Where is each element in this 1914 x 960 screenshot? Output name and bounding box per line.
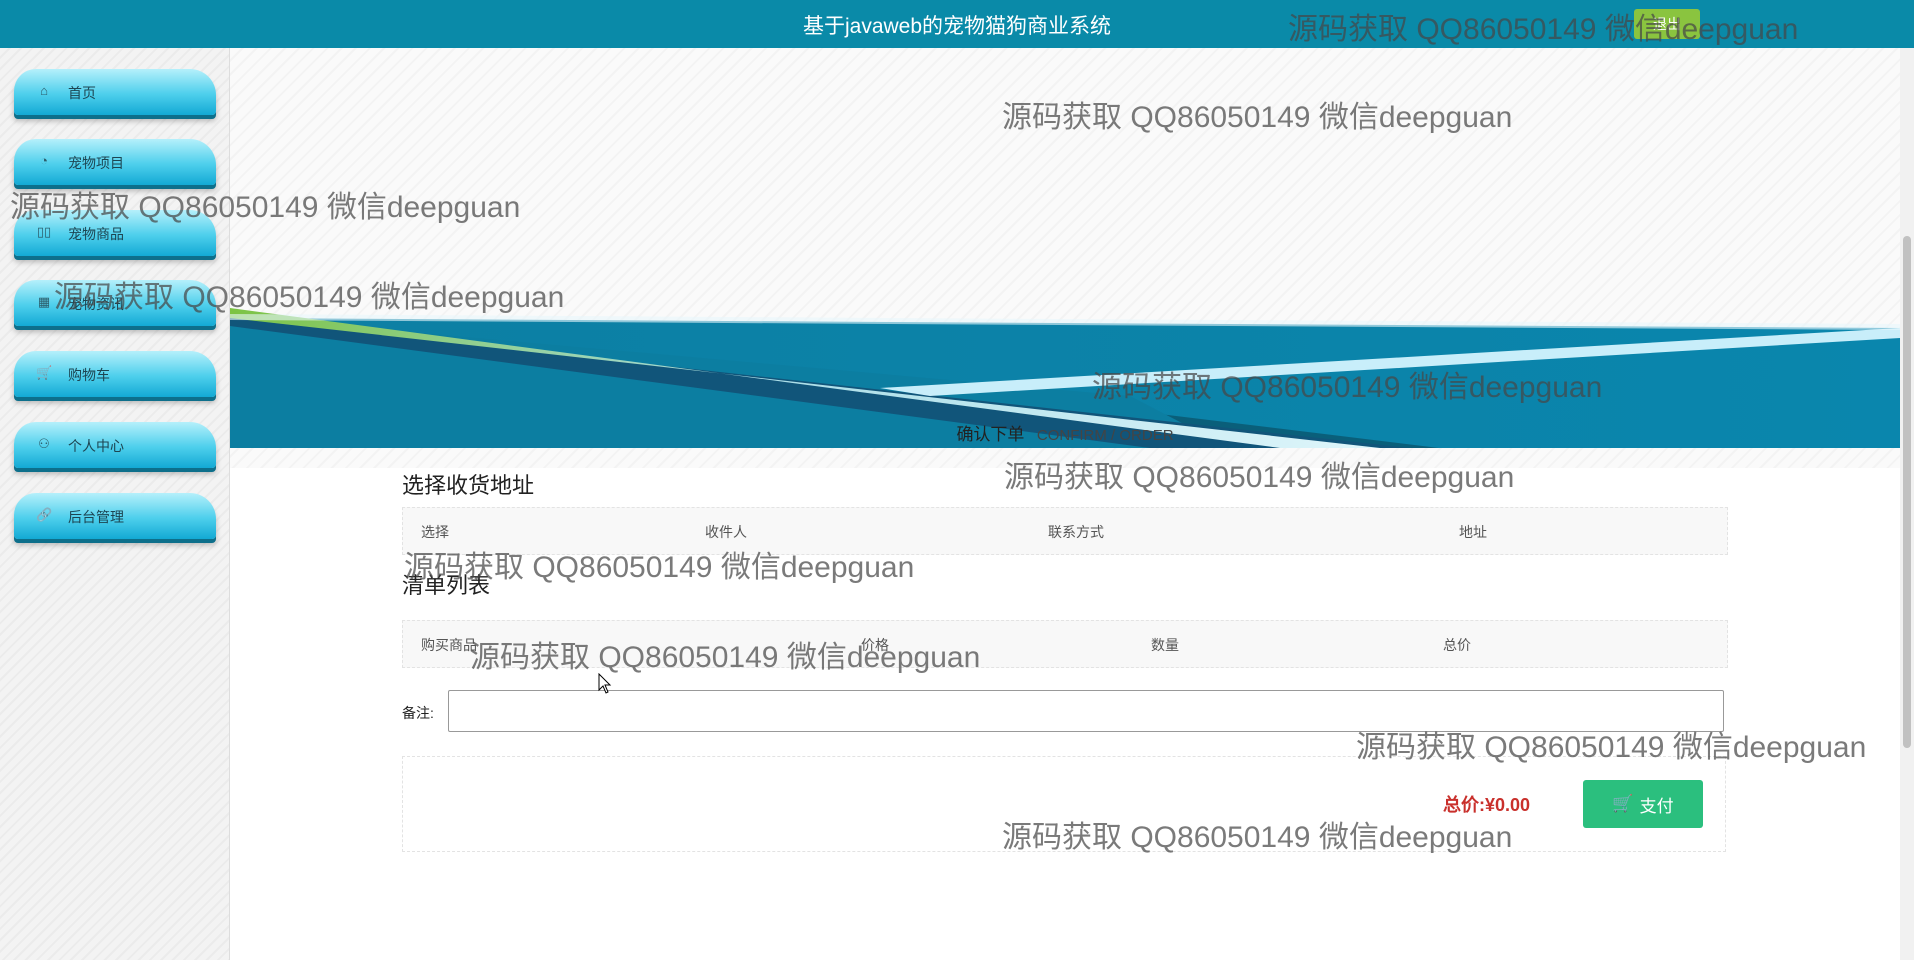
page-scrollbar[interactable] [1900, 48, 1914, 960]
user-icon: ⚇ [38, 436, 50, 451]
items-col-quantity: 数量 [1151, 637, 1179, 653]
pay-button-label: 支付 [1639, 796, 1674, 816]
address-col-address: 地址 [1459, 524, 1487, 540]
sidebar-item-label: 宠物项目 [68, 155, 124, 171]
watermark: 源码获取 QQ86050149 微信deepguan [404, 551, 915, 584]
watermark: 源码获取 QQ86050149 微信deepguan [1356, 731, 1867, 764]
address-col-select: 选择 [421, 524, 449, 540]
cart-icon: 🛒 [36, 365, 53, 380]
watermark: 源码获取 QQ86050149 微信deepguan [1288, 13, 1799, 46]
calendar-icon: ▦ [37, 294, 51, 309]
pay-button[interactable]: 🛒 支付 [1583, 780, 1703, 828]
sidebar-item-label: 个人中心 [68, 438, 124, 454]
watermark: 源码获取 QQ86050149 微信deepguan [1004, 461, 1515, 494]
sidebar-item-cart[interactable]: 🛒 购物车 [14, 351, 216, 397]
items-col-total: 总价 [1443, 637, 1471, 653]
confirm-order-heading: 确认下单 CONFIRM / ORDER [230, 420, 1900, 445]
gauge-icon: ◔ [40, 153, 48, 168]
sidebar-item-label: 购物车 [68, 367, 110, 383]
watermark: 源码获取 QQ86050149 微信deepguan [54, 281, 565, 314]
watermark: 源码获取 QQ86050149 微信deepguan [10, 191, 521, 224]
confirm-heading-en: CONFIRM / ORDER [1036, 427, 1174, 444]
sidebar-item-label: 首页 [68, 85, 96, 101]
columns-icon: ▯▯ [36, 224, 52, 239]
cart-icon: 🛒 [1612, 794, 1634, 813]
items-col-product: 购买商品 [421, 637, 477, 653]
remark-label: 备注: [402, 705, 434, 721]
sidebar-item-admin[interactable]: 🔗 后台管理 [14, 493, 216, 539]
sidebar-item-label: 宠物商品 [68, 226, 124, 242]
confirm-heading-cn: 确认下单 [956, 425, 1025, 444]
watermark: 源码获取 QQ86050149 微信deepguan [1092, 371, 1603, 404]
scrollbar-thumb[interactable] [1903, 236, 1911, 748]
sidebar-item-profile[interactable]: ⚇ 个人中心 [14, 422, 216, 468]
watermark: 源码获取 QQ86050149 微信deepguan [1002, 821, 1513, 854]
watermark: 源码获取 QQ86050149 微信deepguan [470, 641, 981, 674]
address-col-recipient: 收件人 [705, 524, 747, 540]
address-col-phone: 联系方式 [1048, 524, 1104, 540]
link-icon: 🔗 [36, 507, 53, 522]
address-section-title: 选择收货地址 [402, 473, 535, 498]
watermark: 源码获取 QQ86050149 微信deepguan [1002, 101, 1513, 134]
sidebar-item-home[interactable]: ⌂ 首页 [14, 69, 216, 115]
home-icon: ⌂ [40, 83, 48, 98]
sidebar-item-pet-projects[interactable]: ◔ 宠物项目 [14, 139, 216, 185]
mouse-cursor-icon [598, 673, 612, 694]
sidebar-item-label: 后台管理 [68, 509, 124, 525]
